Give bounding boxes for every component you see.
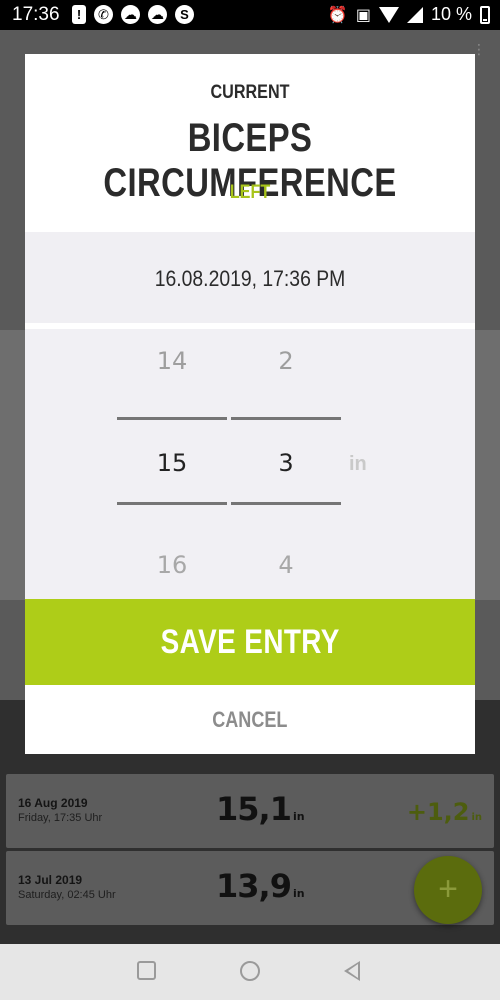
value-picker[interactable]: 14 15 16 2 3 4 in bbox=[25, 329, 475, 599]
entry-dialog: CURRENT BICEPS CIRCUMFERENCE LEFT 16.08.… bbox=[25, 54, 475, 754]
entry-value: 15,1 in bbox=[216, 790, 305, 828]
dialog-side: LEFT bbox=[229, 182, 271, 203]
picker-selected-value[interactable]: 15 bbox=[117, 449, 227, 477]
cancel-label: CANCEL bbox=[212, 707, 288, 732]
entry-datetime[interactable]: 16.08.2019, 17:36 PM bbox=[52, 266, 448, 292]
picker-next-value[interactable]: 16 bbox=[117, 551, 227, 579]
nfc-icon: ▣ bbox=[355, 6, 371, 24]
picker-divider bbox=[117, 502, 227, 505]
cloud-icon: ☁ bbox=[148, 5, 167, 24]
picker-divider bbox=[231, 502, 341, 505]
alert-icon: ! bbox=[72, 5, 86, 24]
cancel-button[interactable]: CANCEL bbox=[25, 685, 475, 754]
picker-next-value[interactable]: 4 bbox=[231, 551, 341, 579]
back-icon[interactable] bbox=[344, 961, 360, 981]
entry-day: Friday, 17:35 Uhr bbox=[18, 812, 103, 824]
integer-picker-column[interactable]: 14 15 16 bbox=[117, 329, 227, 599]
save-entry-button[interactable]: SAVE ENTRY bbox=[25, 599, 475, 685]
signal-icon bbox=[406, 6, 423, 23]
skype-icon: S bbox=[175, 5, 194, 24]
save-entry-label: SAVE ENTRY bbox=[160, 623, 340, 661]
picker-selected-value[interactable]: 3 bbox=[231, 449, 341, 477]
status-bar: 17:36 ! ✆ ☁ ☁ S ⏰ ▣ 10 % bbox=[0, 0, 500, 30]
picker-divider bbox=[117, 417, 227, 420]
battery-text: 10 % bbox=[430, 4, 472, 24]
picker-divider bbox=[231, 417, 341, 420]
wifi-icon bbox=[378, 6, 399, 23]
dialog-kicker: CURRENT bbox=[210, 82, 290, 103]
picker-prev-value[interactable]: 2 bbox=[231, 347, 341, 375]
home-icon[interactable] bbox=[240, 961, 260, 981]
list-item[interactable]: 16 Aug 2019 Friday, 17:35 Uhr 15,1 in +1,… bbox=[6, 774, 494, 848]
date-time-selector[interactable]: 16.08.2019, 17:36 PM bbox=[25, 232, 475, 326]
battery-icon bbox=[480, 5, 490, 24]
notification-icons: ! ✆ ☁ ☁ S bbox=[72, 5, 194, 24]
recents-icon[interactable] bbox=[137, 961, 156, 980]
entry-date: 13 Jul 2019 bbox=[18, 873, 83, 887]
cloud-icon: ☁ bbox=[121, 5, 140, 24]
entry-day: Saturday, 02:45 Uhr bbox=[18, 889, 116, 901]
dialog-header: CURRENT BICEPS CIRCUMFERENCE LEFT bbox=[25, 54, 475, 232]
picker-prev-value[interactable]: 14 bbox=[117, 347, 227, 375]
unit-label: in bbox=[349, 453, 367, 475]
status-time: 17:36 bbox=[12, 4, 60, 25]
fraction-picker-column[interactable]: 2 3 4 bbox=[231, 329, 341, 599]
entry-date: 16 Aug 2019 bbox=[18, 796, 88, 810]
system-icons: ⏰ ▣ 10 % bbox=[328, 4, 490, 25]
navigation-bar bbox=[0, 944, 500, 1000]
add-entry-fab[interactable]: + bbox=[414, 856, 482, 924]
alarm-icon: ⏰ bbox=[327, 6, 348, 24]
entry-delta: +1,2 in bbox=[406, 798, 482, 826]
entry-value: 13,9 in bbox=[216, 867, 305, 905]
whatsapp-icon: ✆ bbox=[94, 5, 113, 24]
